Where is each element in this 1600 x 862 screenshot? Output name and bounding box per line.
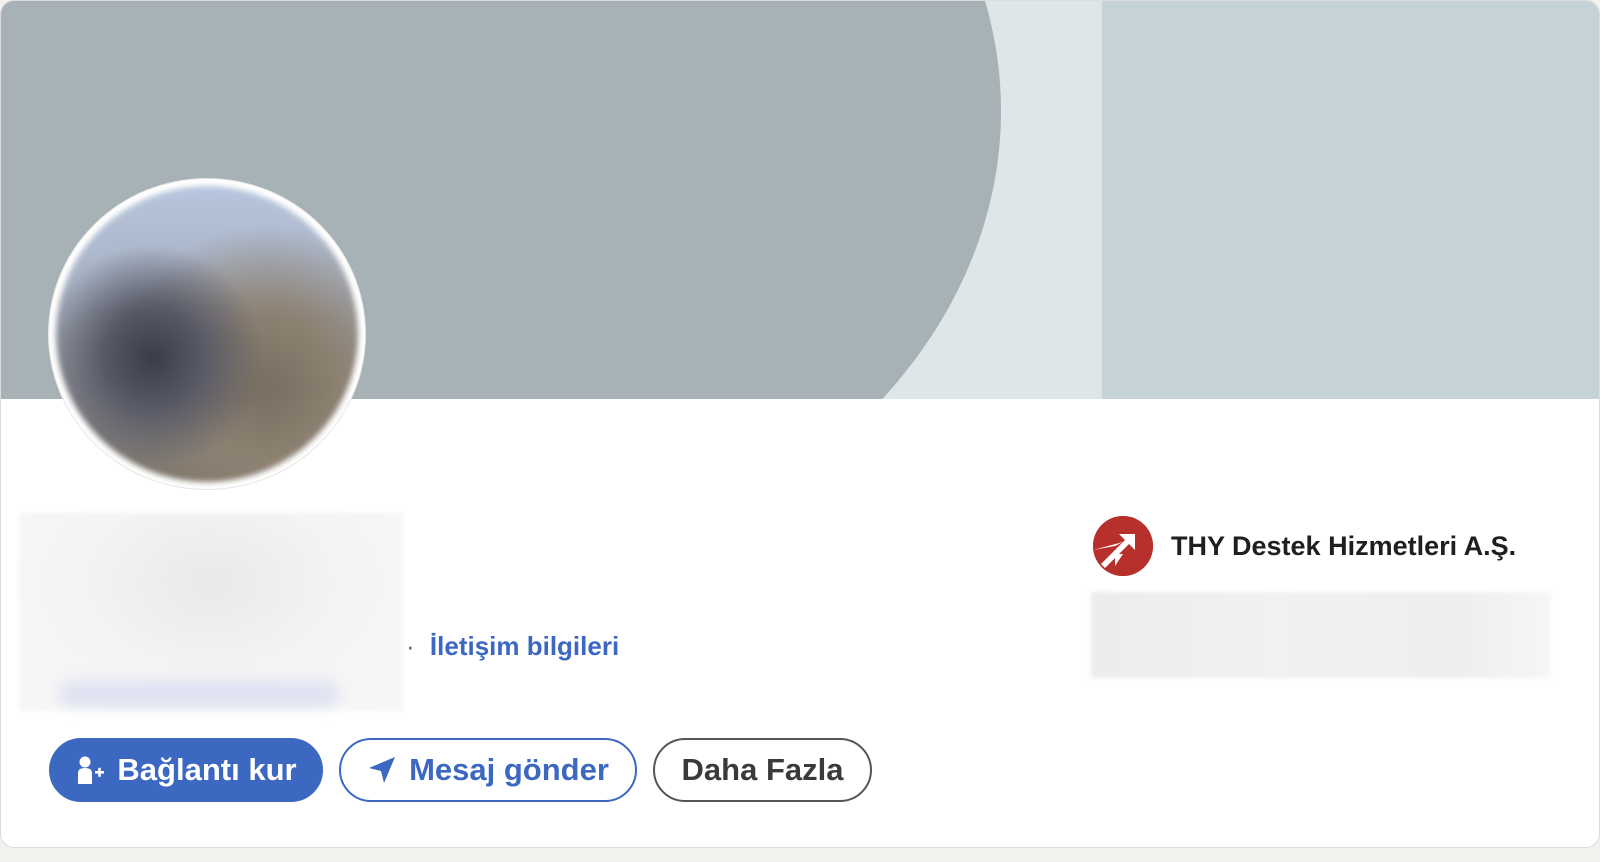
more-button[interactable]: Daha Fazla [653,738,872,802]
redacted-education [1091,592,1551,678]
more-label: Daha Fazla [681,752,844,787]
company-logo-icon [1093,516,1153,576]
redacted-name-headline [19,513,403,711]
contact-info-link[interactable]: İletişim bilgileri [430,631,619,661]
profile-actions: Bağlantı kur Mesaj gönder Daha Fazla [49,738,872,802]
current-company[interactable]: THY Destek Hizmetleri A.Ş. [1093,515,1516,577]
profile-card: · İletişim bilgileri THY Destek Hizmetle… [0,0,1600,848]
profile-avatar[interactable] [49,179,365,489]
send-arrow-icon [367,755,397,785]
message-label: Mesaj gönder [409,752,609,787]
banner-panel [1102,1,1599,399]
avatar-photo-blurred [56,186,358,482]
contact-row: · İletişim bilgileri [406,631,619,662]
connect-label: Bağlantı kur [117,752,297,787]
add-person-icon [75,755,105,785]
contact-separator: · [406,631,415,661]
message-button[interactable]: Mesaj gönder [339,738,637,802]
connect-button[interactable]: Bağlantı kur [49,738,323,802]
company-name: THY Destek Hizmetleri A.Ş. [1171,530,1517,561]
